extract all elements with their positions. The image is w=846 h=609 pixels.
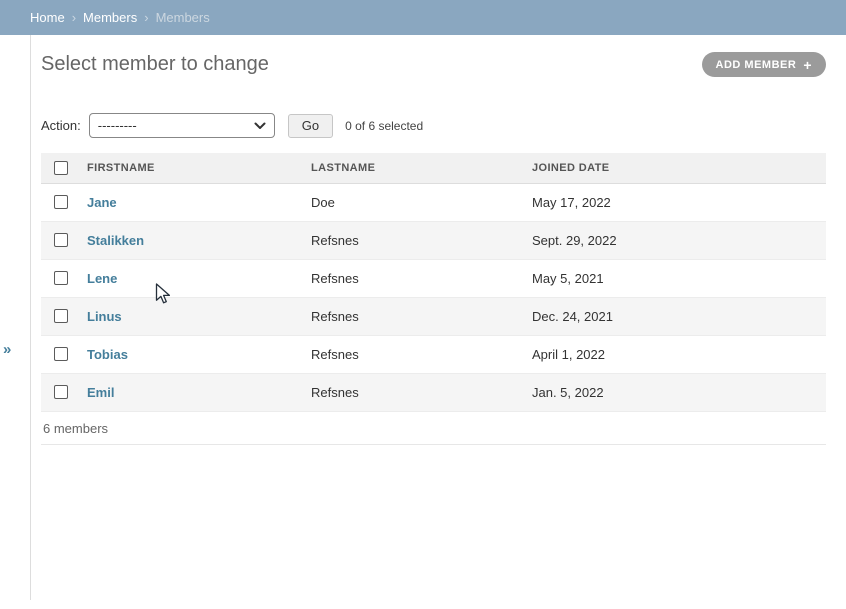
- column-header-joined-date[interactable]: JOINED DATE: [532, 153, 826, 183]
- sidebar-expand-toggle[interactable]: »: [3, 341, 11, 358]
- lastname-cell: Refsnes: [311, 259, 532, 297]
- add-member-label: ADD MEMBER: [716, 59, 797, 71]
- selection-counter: 0 of 6 selected: [345, 119, 423, 133]
- row-checkbox[interactable]: [54, 271, 68, 285]
- row-checkbox[interactable]: [54, 233, 68, 247]
- action-label: Action:: [41, 118, 81, 133]
- lastname-cell: Refsnes: [311, 373, 532, 411]
- breadcrumb-link-home[interactable]: Home: [30, 10, 65, 25]
- member-link[interactable]: Lene: [87, 271, 117, 286]
- table-row: Jane Doe May 17, 2022: [41, 183, 826, 221]
- table-header-row: FIRSTNAME LASTNAME JOINED DATE: [41, 153, 826, 183]
- table-row: Emil Refsnes Jan. 5, 2022: [41, 373, 826, 411]
- column-header-lastname[interactable]: LASTNAME: [311, 153, 532, 183]
- lastname-cell: Refsnes: [311, 297, 532, 335]
- member-link[interactable]: Stalikken: [87, 233, 144, 248]
- breadcrumb: Home › Members › Members: [0, 0, 846, 35]
- joined-date-cell: Sept. 29, 2022: [532, 221, 826, 259]
- joined-date-cell: Jan. 5, 2022: [532, 373, 826, 411]
- row-checkbox[interactable]: [54, 385, 68, 399]
- joined-date-cell: April 1, 2022: [532, 335, 826, 373]
- member-count: 6 members: [41, 412, 826, 445]
- page-title: Select member to change: [41, 53, 269, 76]
- member-table-body: Jane Doe May 17, 2022 Stalikken Refsnes …: [41, 183, 826, 411]
- go-button[interactable]: Go: [288, 114, 333, 138]
- actions-toolbar: Action: --------- Go 0 of 6 selected: [41, 113, 826, 138]
- breadcrumb-current: Members: [156, 10, 210, 25]
- joined-date-cell: Dec. 24, 2021: [532, 297, 826, 335]
- table-row: Tobias Refsnes April 1, 2022: [41, 335, 826, 373]
- lastname-cell: Refsnes: [311, 335, 532, 373]
- action-select-wrap: ---------: [89, 113, 275, 138]
- row-checkbox[interactable]: [54, 347, 68, 361]
- member-link[interactable]: Jane: [87, 195, 117, 210]
- table-row: Linus Refsnes Dec. 24, 2021: [41, 297, 826, 335]
- select-all-checkbox[interactable]: [54, 161, 68, 175]
- member-link[interactable]: Tobias: [87, 347, 128, 362]
- lastname-cell: Doe: [311, 183, 532, 221]
- column-header-firstname[interactable]: FIRSTNAME: [87, 153, 311, 183]
- breadcrumb-link-members[interactable]: Members: [83, 10, 137, 25]
- member-link[interactable]: Linus: [87, 309, 122, 324]
- collapsed-sidebar-rail: »: [0, 35, 30, 600]
- breadcrumb-separator: ›: [144, 10, 148, 25]
- plus-icon: +: [803, 58, 812, 72]
- member-link[interactable]: Emil: [87, 385, 114, 400]
- joined-date-cell: May 5, 2021: [532, 259, 826, 297]
- lastname-cell: Refsnes: [311, 221, 532, 259]
- member-table: FIRSTNAME LASTNAME JOINED DATE Jane Doe …: [41, 153, 826, 412]
- action-select[interactable]: ---------: [89, 113, 275, 138]
- row-checkbox[interactable]: [54, 195, 68, 209]
- breadcrumb-separator: ›: [72, 10, 76, 25]
- table-row: Stalikken Refsnes Sept. 29, 2022: [41, 221, 826, 259]
- row-checkbox[interactable]: [54, 309, 68, 323]
- add-member-button[interactable]: ADD MEMBER +: [702, 52, 826, 77]
- table-row: Lene Refsnes May 5, 2021: [41, 259, 826, 297]
- joined-date-cell: May 17, 2022: [532, 183, 826, 221]
- main-content: Select member to change ADD MEMBER + Act…: [30, 35, 846, 600]
